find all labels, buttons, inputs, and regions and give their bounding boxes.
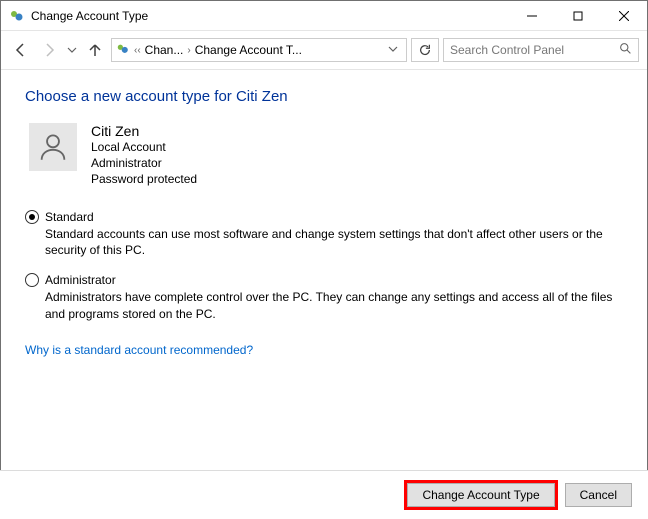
option-label: Standard (45, 210, 94, 224)
close-button[interactable] (601, 1, 647, 31)
maximize-button[interactable] (555, 1, 601, 31)
change-account-type-button[interactable]: Change Account Type (407, 483, 554, 507)
titlebar: Change Account Type (1, 1, 647, 31)
account-password-status: Password protected (91, 171, 197, 187)
avatar (29, 123, 77, 171)
option-standard[interactable]: Standard Standard accounts can use most … (25, 210, 623, 260)
breadcrumb[interactable]: Chan... (145, 43, 184, 57)
radio-administrator[interactable] (25, 273, 39, 287)
content: Choose a new account type for Citi Zen C… (1, 70, 647, 357)
breadcrumb-root-icon (116, 42, 130, 59)
address-dropdown[interactable] (384, 43, 402, 57)
minimize-button[interactable] (509, 1, 555, 31)
forward-button[interactable] (37, 38, 61, 62)
option-administrator[interactable]: Administrator Administrators have comple… (25, 273, 623, 323)
option-description: Administrators have complete control ove… (45, 289, 623, 323)
help-link[interactable]: Why is a standard account recommended? (25, 343, 253, 357)
refresh-button[interactable] (411, 38, 439, 62)
chevron-icon: ‹‹ (134, 45, 141, 56)
search-placeholder: Search Control Panel (450, 43, 619, 57)
page-title: Choose a new account type for Citi Zen (25, 88, 623, 105)
account-name: Citi Zen (91, 123, 197, 139)
recent-dropdown[interactable] (65, 38, 79, 62)
search-icon (619, 42, 632, 58)
window-controls (509, 1, 647, 31)
chevron-right-icon: › (187, 45, 190, 56)
breadcrumb[interactable]: Change Account T... (195, 43, 302, 57)
navbar: ‹‹ Chan... › Change Account T... Search … (1, 31, 647, 69)
back-button[interactable] (9, 38, 33, 62)
account-role: Administrator (91, 155, 197, 171)
account-type: Local Account (91, 139, 197, 155)
account-summary: Citi Zen Local Account Administrator Pas… (29, 123, 623, 188)
search-input[interactable]: Search Control Panel (443, 38, 639, 62)
radio-standard[interactable] (25, 210, 39, 224)
option-description: Standard accounts can use most software … (45, 226, 623, 260)
window-title: Change Account Type (31, 9, 509, 23)
footer: Change Account Type Cancel (0, 470, 648, 519)
address-bar[interactable]: ‹‹ Chan... › Change Account T... (111, 38, 407, 62)
up-button[interactable] (83, 38, 107, 62)
option-label: Administrator (45, 273, 116, 287)
app-icon (9, 8, 25, 24)
cancel-button[interactable]: Cancel (565, 483, 632, 507)
